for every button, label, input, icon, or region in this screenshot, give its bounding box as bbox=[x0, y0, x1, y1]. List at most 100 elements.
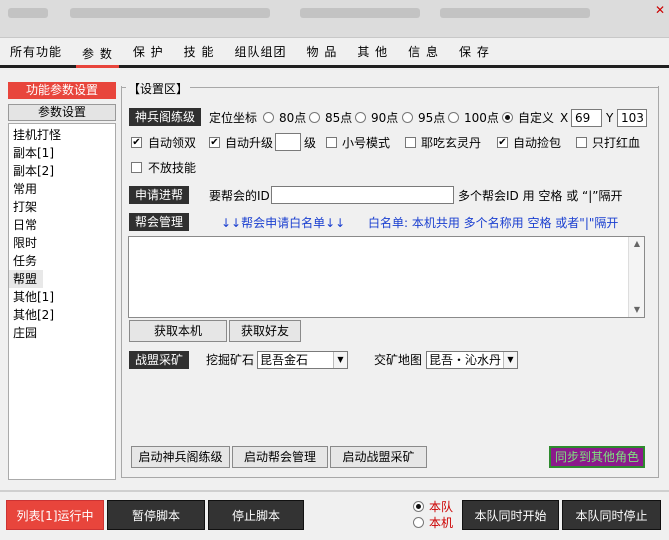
tab-items[interactable]: 物 品 bbox=[301, 38, 344, 65]
sidebar-item-guild[interactable]: 帮盟 bbox=[9, 270, 43, 288]
level-unit-label: 级 bbox=[304, 136, 317, 150]
bottom-bar: 列表[1]运行中 暂停脚本 停止脚本 本队 本机 本队同时开始 本队同时停止 bbox=[0, 490, 669, 540]
auto-pick-checkbox[interactable]: ✔ bbox=[497, 137, 508, 148]
deliver-map-value: 昆吾・沁水丹 bbox=[429, 353, 502, 367]
sidebar-item-manor[interactable]: 庄园 bbox=[9, 324, 115, 342]
radio-custom-label: 自定义 bbox=[518, 111, 555, 125]
deliver-map-select[interactable]: 昆吾・沁水丹 ▼ bbox=[426, 351, 518, 369]
tab-bar: 所有功能 参 数 保 护 技 能 组队组团 物 品 其 他 信 息 保 存 bbox=[0, 38, 669, 68]
fetch-friends-button[interactable]: 获取好友 bbox=[229, 320, 301, 342]
apply-guild-label: 申请进帮 bbox=[129, 186, 190, 204]
auto-upgrade-checkbox[interactable]: ✔ bbox=[209, 137, 220, 148]
fetch-local-button[interactable]: 获取本机 bbox=[129, 320, 227, 342]
radio-90[interactable] bbox=[355, 112, 366, 123]
guild-id-input[interactable] bbox=[271, 186, 454, 204]
tab-protect[interactable]: 保 护 bbox=[127, 38, 170, 65]
eat-pill-checkbox[interactable] bbox=[405, 137, 416, 148]
sidebar-list: 挂机打怪 副本[1] 副本[2] 常用 打架 日常 限时 任务 帮盟 其他[1]… bbox=[8, 123, 116, 480]
train-label: 神兵阁练级 bbox=[129, 108, 202, 126]
radio-95-label: 95点 bbox=[418, 111, 446, 125]
start-train-button[interactable]: 启动神兵阁练级 bbox=[131, 446, 230, 468]
tab-parameters[interactable]: 参 数 bbox=[76, 41, 119, 68]
guild-id-hint: 多个帮会ID 用 空格 或 “|”隔开 bbox=[458, 189, 623, 203]
panel-legend: 【设置区】 bbox=[126, 80, 191, 97]
parameter-settings-button[interactable]: 参数设置 bbox=[8, 104, 116, 121]
sidebar: 功能参数设置 参数设置 挂机打怪 副本[1] 副本[2] 常用 打架 日常 限时… bbox=[8, 82, 118, 480]
dig-ore-value: 昆吾金石 bbox=[260, 353, 309, 367]
auto-pick-label: 自动捡包 bbox=[513, 136, 562, 150]
tab-skills[interactable]: 技 能 bbox=[178, 38, 221, 65]
x-label: X bbox=[560, 111, 569, 125]
run-list-button[interactable]: 列表[1]运行中 bbox=[6, 500, 104, 530]
dig-ore-label: 挖掘矿石 bbox=[206, 353, 255, 367]
tab-other[interactable]: 其 他 bbox=[351, 38, 394, 65]
chevron-down-icon[interactable]: ▼ bbox=[503, 352, 517, 368]
stop-script-button[interactable]: 停止脚本 bbox=[208, 500, 304, 530]
radio-custom[interactable] bbox=[502, 112, 513, 123]
auto-double-label: 自动领双 bbox=[148, 136, 197, 150]
auto-upgrade-label: 自动升级 bbox=[225, 136, 274, 150]
start-guild-button[interactable]: 启动帮会管理 bbox=[232, 446, 328, 468]
scroll-down-icon[interactable]: ▼ bbox=[629, 303, 645, 317]
level-input[interactable] bbox=[275, 133, 301, 151]
sidebar-item-daily[interactable]: 日常 bbox=[9, 216, 115, 234]
sidebar-item-other-2[interactable]: 其他[2] bbox=[9, 306, 115, 324]
guild-id-prompt: 要帮会的ID bbox=[209, 189, 270, 203]
sidebar-item-other-1[interactable]: 其他[1] bbox=[9, 288, 115, 306]
dig-ore-select[interactable]: 昆吾金石 ▼ bbox=[257, 351, 348, 369]
red-only-label: 只打红血 bbox=[592, 136, 641, 150]
sidebar-item-dungeon-2[interactable]: 副本[2] bbox=[9, 162, 115, 180]
red-only-checkbox[interactable] bbox=[576, 137, 587, 148]
blurred-title bbox=[440, 8, 590, 18]
coord-label: 定位坐标 bbox=[209, 111, 258, 125]
guild-manage-label: 帮会管理 bbox=[129, 213, 190, 231]
y-label: Y bbox=[606, 111, 614, 125]
y-input[interactable]: 103 bbox=[617, 109, 647, 127]
sidebar-item-quest[interactable]: 任务 bbox=[9, 252, 115, 270]
x-input[interactable]: 69 bbox=[571, 109, 602, 127]
radio-90-label: 90点 bbox=[371, 111, 399, 125]
sidebar-item-limited[interactable]: 限时 bbox=[9, 234, 115, 252]
tab-team[interactable]: 组队组团 bbox=[229, 38, 293, 65]
radio-100[interactable] bbox=[448, 112, 459, 123]
tab-save[interactable]: 保 存 bbox=[453, 38, 496, 65]
team-start-button[interactable]: 本队同时开始 bbox=[462, 500, 559, 530]
team-radio-label: 本队 bbox=[429, 500, 454, 514]
sidebar-title: 功能参数设置 bbox=[8, 82, 116, 99]
whitelist-arrows: ↓↓帮会申请白名单↓↓ bbox=[221, 216, 346, 230]
pause-script-button[interactable]: 暂停脚本 bbox=[107, 500, 205, 530]
sync-to-others-button[interactable]: 同步到其他角色 bbox=[549, 446, 645, 468]
no-skill-label: 不放技能 bbox=[148, 161, 197, 175]
close-icon[interactable]: ✕ bbox=[653, 3, 667, 17]
tab-info[interactable]: 信 息 bbox=[402, 38, 445, 65]
textarea-scrollbar[interactable]: ▲ ▼ bbox=[628, 237, 644, 317]
team-radio[interactable] bbox=[413, 501, 424, 512]
window-controls: ✕ bbox=[651, 0, 669, 20]
sidebar-item-hang-fight[interactable]: 挂机打怪 bbox=[9, 126, 115, 144]
whitelist-textarea[interactable]: ▲ ▼ bbox=[128, 236, 645, 318]
radio-100-label: 100点 bbox=[464, 111, 499, 125]
blurred-title bbox=[70, 8, 270, 18]
sidebar-item-dungeon-1[interactable]: 副本[1] bbox=[9, 144, 115, 162]
no-skill-checkbox[interactable] bbox=[131, 162, 142, 173]
scroll-up-icon[interactable]: ▲ bbox=[629, 237, 645, 251]
radio-85-label: 85点 bbox=[325, 111, 353, 125]
chevron-down-icon[interactable]: ▼ bbox=[333, 352, 347, 368]
local-radio[interactable] bbox=[413, 517, 424, 528]
radio-85[interactable] bbox=[309, 112, 320, 123]
deliver-map-label: 交矿地图 bbox=[374, 353, 423, 367]
radio-80[interactable] bbox=[263, 112, 274, 123]
sidebar-item-common[interactable]: 常用 bbox=[9, 180, 115, 198]
mining-label: 战盟采矿 bbox=[129, 351, 190, 369]
team-stop-button[interactable]: 本队同时停止 bbox=[562, 500, 661, 530]
tab-all-functions[interactable]: 所有功能 bbox=[4, 38, 68, 65]
title-bar: ✕ bbox=[0, 0, 669, 38]
blurred-title bbox=[8, 8, 48, 18]
radio-95[interactable] bbox=[402, 112, 413, 123]
sidebar-item-fight[interactable]: 打架 bbox=[9, 198, 115, 216]
start-mining-button[interactable]: 启动战盟采矿 bbox=[330, 446, 427, 468]
small-mode-checkbox[interactable] bbox=[326, 137, 337, 148]
auto-double-checkbox[interactable]: ✔ bbox=[131, 137, 142, 148]
eat-pill-label: 耶吃玄灵丹 bbox=[421, 136, 482, 150]
radio-80-label: 80点 bbox=[279, 111, 307, 125]
